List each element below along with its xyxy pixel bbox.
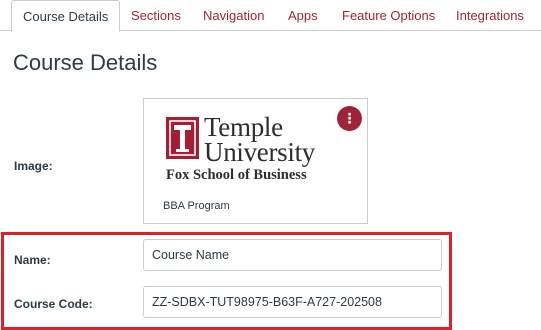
image-label: Image: bbox=[14, 159, 53, 173]
name-label: Name: bbox=[14, 253, 51, 267]
course-code-label: Course Code: bbox=[14, 297, 93, 311]
image-caption: BBA Program bbox=[163, 200, 230, 212]
tab-integrations[interactable]: Integrations bbox=[456, 0, 524, 31]
page-title: Course Details bbox=[13, 50, 158, 75]
tab-course-details[interactable]: Course Details bbox=[11, 0, 121, 32]
course-name-input[interactable] bbox=[143, 239, 442, 271]
tab-apps[interactable]: Apps bbox=[288, 0, 318, 31]
logo-subtitle: Fox School of Business bbox=[166, 167, 307, 183]
course-image-card[interactable]: Temple University Fox School of Business… bbox=[143, 98, 368, 224]
kebab-vertical-icon[interactable]: ⋮ bbox=[337, 106, 362, 131]
temple-t-logo-icon bbox=[166, 117, 199, 159]
tab-navigation[interactable]: Navigation bbox=[203, 0, 264, 31]
course-code-input[interactable] bbox=[143, 286, 442, 318]
logo-name-line2: University bbox=[204, 137, 315, 167]
tab-sections[interactable]: Sections bbox=[131, 0, 181, 31]
temple-university-logo: Temple University Fox School of Business bbox=[166, 113, 346, 183]
tab-feature-options[interactable]: Feature Options bbox=[342, 0, 435, 31]
course-settings-tabs: Course Details Sections Navigation Apps … bbox=[0, 0, 541, 32]
